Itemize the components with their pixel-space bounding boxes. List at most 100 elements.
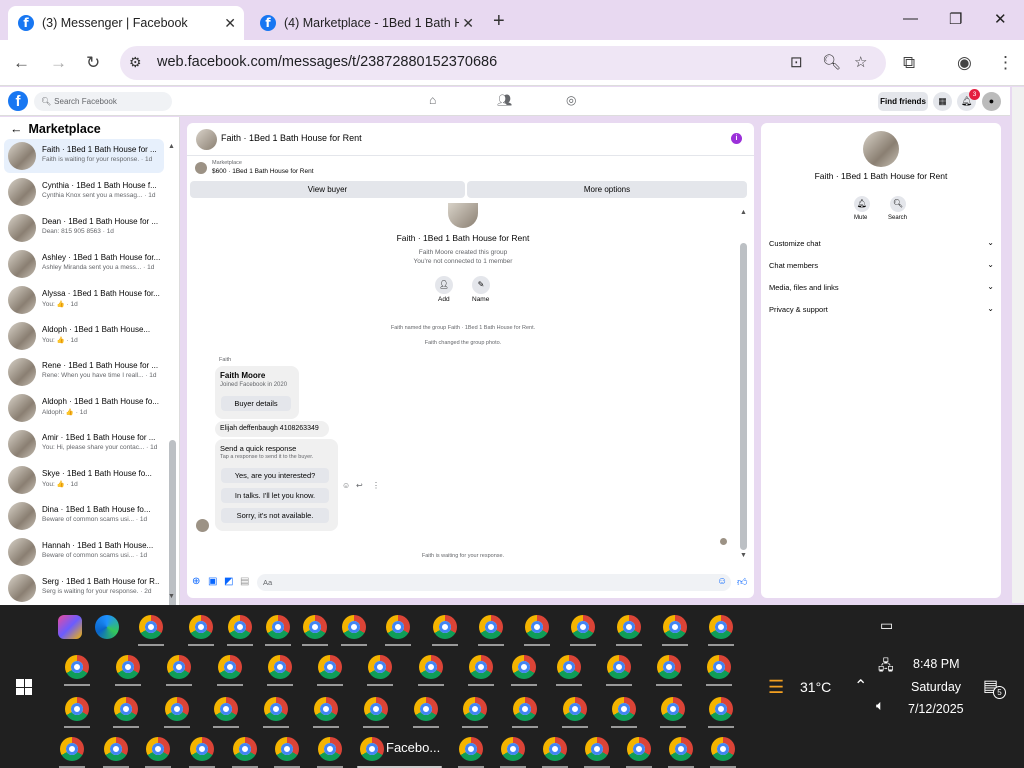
clock-date[interactable]: 7/12/2025 (908, 702, 964, 716)
chrome-icon[interactable] (266, 615, 290, 639)
chrome-icon[interactable] (189, 615, 213, 639)
chrome-icon[interactable] (414, 697, 438, 721)
bookmark-star-icon[interactable]: ☆ (854, 53, 867, 71)
chrome-icon[interactable] (612, 697, 636, 721)
chrome-icon[interactable] (669, 737, 693, 761)
conversation-item[interactable]: Rene · 1Bed 1 Bath House for ... Rene: Wh… (4, 355, 164, 389)
weather-icon[interactable]: ☰ (768, 677, 784, 698)
chrome-icon[interactable] (525, 615, 549, 639)
zoom-icon[interactable]: 🔍︎ (822, 53, 841, 71)
chrome-icon[interactable] (228, 615, 252, 639)
privacy-support-row[interactable]: Privacy & support ⌄ (769, 304, 994, 314)
chrome-icon[interactable] (543, 737, 567, 761)
search-input[interactable]: 🔍︎ Search Facebook (34, 92, 172, 111)
facebook-logo-icon[interactable]: f (8, 91, 28, 111)
tab-marketplace[interactable]: f (4) Marketplace - 1Bed 1 Bath H ✕ (250, 6, 482, 40)
conversation-item[interactable]: Aldoph · 1Bed 1 Bath House... You: 👍 · 1d (4, 319, 164, 353)
chrome-icon[interactable] (707, 655, 731, 679)
maximize-button[interactable]: ❐ (949, 10, 962, 28)
search-icon[interactable]: 🔍︎ (890, 196, 906, 212)
menu-grid-icon[interactable]: ▦ (933, 92, 952, 111)
clock-day[interactable]: Saturday (911, 680, 961, 694)
groups-icon[interactable]: ◎ (566, 93, 576, 107)
conversation-item[interactable]: Alyssa · 1Bed 1 Bath House for... You: 👍 … (4, 283, 164, 317)
chrome-icon[interactable] (303, 615, 327, 639)
chrome-icon[interactable] (139, 615, 163, 639)
chat-members-row[interactable]: Chat members ⌄ (769, 260, 994, 270)
chat-scroll-down-icon[interactable]: ▼ (740, 552, 747, 559)
more-options-button[interactable]: More options (467, 181, 747, 198)
chrome-icon[interactable] (65, 655, 89, 679)
back-arrow-icon[interactable]: ← (10, 122, 23, 136)
conversation-item[interactable]: Dina · 1Bed 1 Bath House fo... Beware of … (4, 499, 164, 533)
chat-avatar[interactable] (196, 129, 217, 150)
mute-icon[interactable]: 🔔︎ (854, 196, 870, 212)
minimize-button[interactable]: — (903, 10, 918, 27)
photo-icon[interactable]: ▣ (208, 576, 217, 587)
chat-scroll-up-icon[interactable]: ▲ (740, 209, 747, 216)
chrome-icon[interactable] (607, 655, 631, 679)
chrome-icon[interactable] (419, 655, 443, 679)
info-icon[interactable]: i (731, 133, 742, 144)
conversation-item[interactable]: Cynthia · 1Bed 1 Bath House f... Cynthia … (4, 175, 164, 209)
chrome-icon[interactable] (104, 737, 128, 761)
site-info-icon[interactable]: ⚙ (129, 54, 142, 71)
chrome-icon[interactable] (364, 697, 388, 721)
chrome-icon[interactable] (368, 655, 392, 679)
chrome-icon[interactable] (557, 655, 581, 679)
chrome-icon[interactable] (218, 655, 242, 679)
chrome-icon[interactable] (116, 655, 140, 679)
emoji-icon[interactable]: ☺ (717, 576, 727, 587)
url-field[interactable]: ⚙ web.facebook.com/messages/t/2387288015… (120, 46, 886, 80)
chrome-icon[interactable] (268, 655, 292, 679)
back-icon[interactable]: ← (13, 53, 30, 73)
conversation-item[interactable]: Hannah · 1Bed 1 Bath House... Beware of c… (4, 535, 164, 569)
edge-icon[interactable] (95, 615, 119, 639)
profile-icon[interactable]: ◉ (957, 53, 972, 73)
conversation-item[interactable]: Dean · 1Bed 1 Bath House for ... Dean: 81… (4, 211, 164, 245)
chrome-icon[interactable] (571, 615, 595, 639)
conversation-item[interactable]: Faith · 1Bed 1 Bath House for ... Faith i… (4, 139, 164, 173)
quick-response-yes[interactable]: Yes, are you interested? (221, 468, 329, 483)
media-files-row[interactable]: Media, files and links ⌄ (769, 282, 994, 292)
chrome-icon[interactable] (318, 655, 342, 679)
chrome-icon[interactable] (709, 697, 733, 721)
chrome-icon[interactable] (563, 697, 587, 721)
react-icon[interactable]: ☺ (342, 481, 350, 490)
plus-icon[interactable]: ⊕ (192, 576, 200, 587)
home-icon[interactable]: ⌂ (429, 93, 436, 107)
chrome-icon[interactable] (512, 655, 536, 679)
quick-response-sorry[interactable]: Sorry, it's not available. (221, 508, 329, 523)
chrome-icon[interactable] (190, 737, 214, 761)
chrome-icon[interactable] (433, 615, 457, 639)
chrome-icon[interactable] (264, 697, 288, 721)
gif-icon[interactable]: ▤ (240, 576, 249, 587)
network-icon[interactable]: 🖧︎ (878, 655, 894, 679)
scroll-down-icon[interactable]: ▼ (168, 593, 175, 600)
clock-time[interactable]: 8:48 PM (913, 657, 960, 671)
buyer-details-button[interactable]: Buyer details (221, 396, 291, 411)
rename-button[interactable]: ✎ (472, 276, 490, 294)
close-tab-icon[interactable]: ✕ (462, 15, 474, 32)
chrome-icon[interactable] (627, 737, 651, 761)
cast-icon[interactable]: ⧉ (903, 53, 915, 73)
scroll-up-icon[interactable]: ▲ (168, 143, 175, 150)
quick-response-talks[interactable]: In talks. I'll let you know. (221, 488, 329, 503)
reload-icon[interactable]: ↻ (86, 53, 100, 73)
chrome-icon[interactable] (711, 737, 735, 761)
conversation-item[interactable]: Ashley · 1Bed 1 Bath House for... Ashley … (4, 247, 164, 281)
add-member-button[interactable]: 👤︎ (435, 276, 453, 294)
chrome-icon[interactable] (501, 737, 525, 761)
chrome-icon[interactable] (214, 697, 238, 721)
chrome-icon[interactable] (167, 655, 191, 679)
chrome-icon[interactable] (342, 615, 366, 639)
conversation-item[interactable]: Skye · 1Bed 1 Bath House fo... You: 👍 · 1… (4, 463, 164, 497)
view-buyer-button[interactable]: View buyer (190, 181, 465, 198)
like-icon[interactable]: 👍︎ (737, 576, 747, 588)
new-tab-button[interactable]: + (493, 10, 505, 33)
chrome-icon[interactable] (165, 697, 189, 721)
chat-title[interactable]: Faith · 1Bed 1 Bath House for Rent (221, 133, 362, 143)
temperature[interactable]: 31°C (800, 679, 831, 695)
meet-icon[interactable]: ▭ (880, 617, 893, 634)
chrome-icon[interactable] (709, 615, 733, 639)
